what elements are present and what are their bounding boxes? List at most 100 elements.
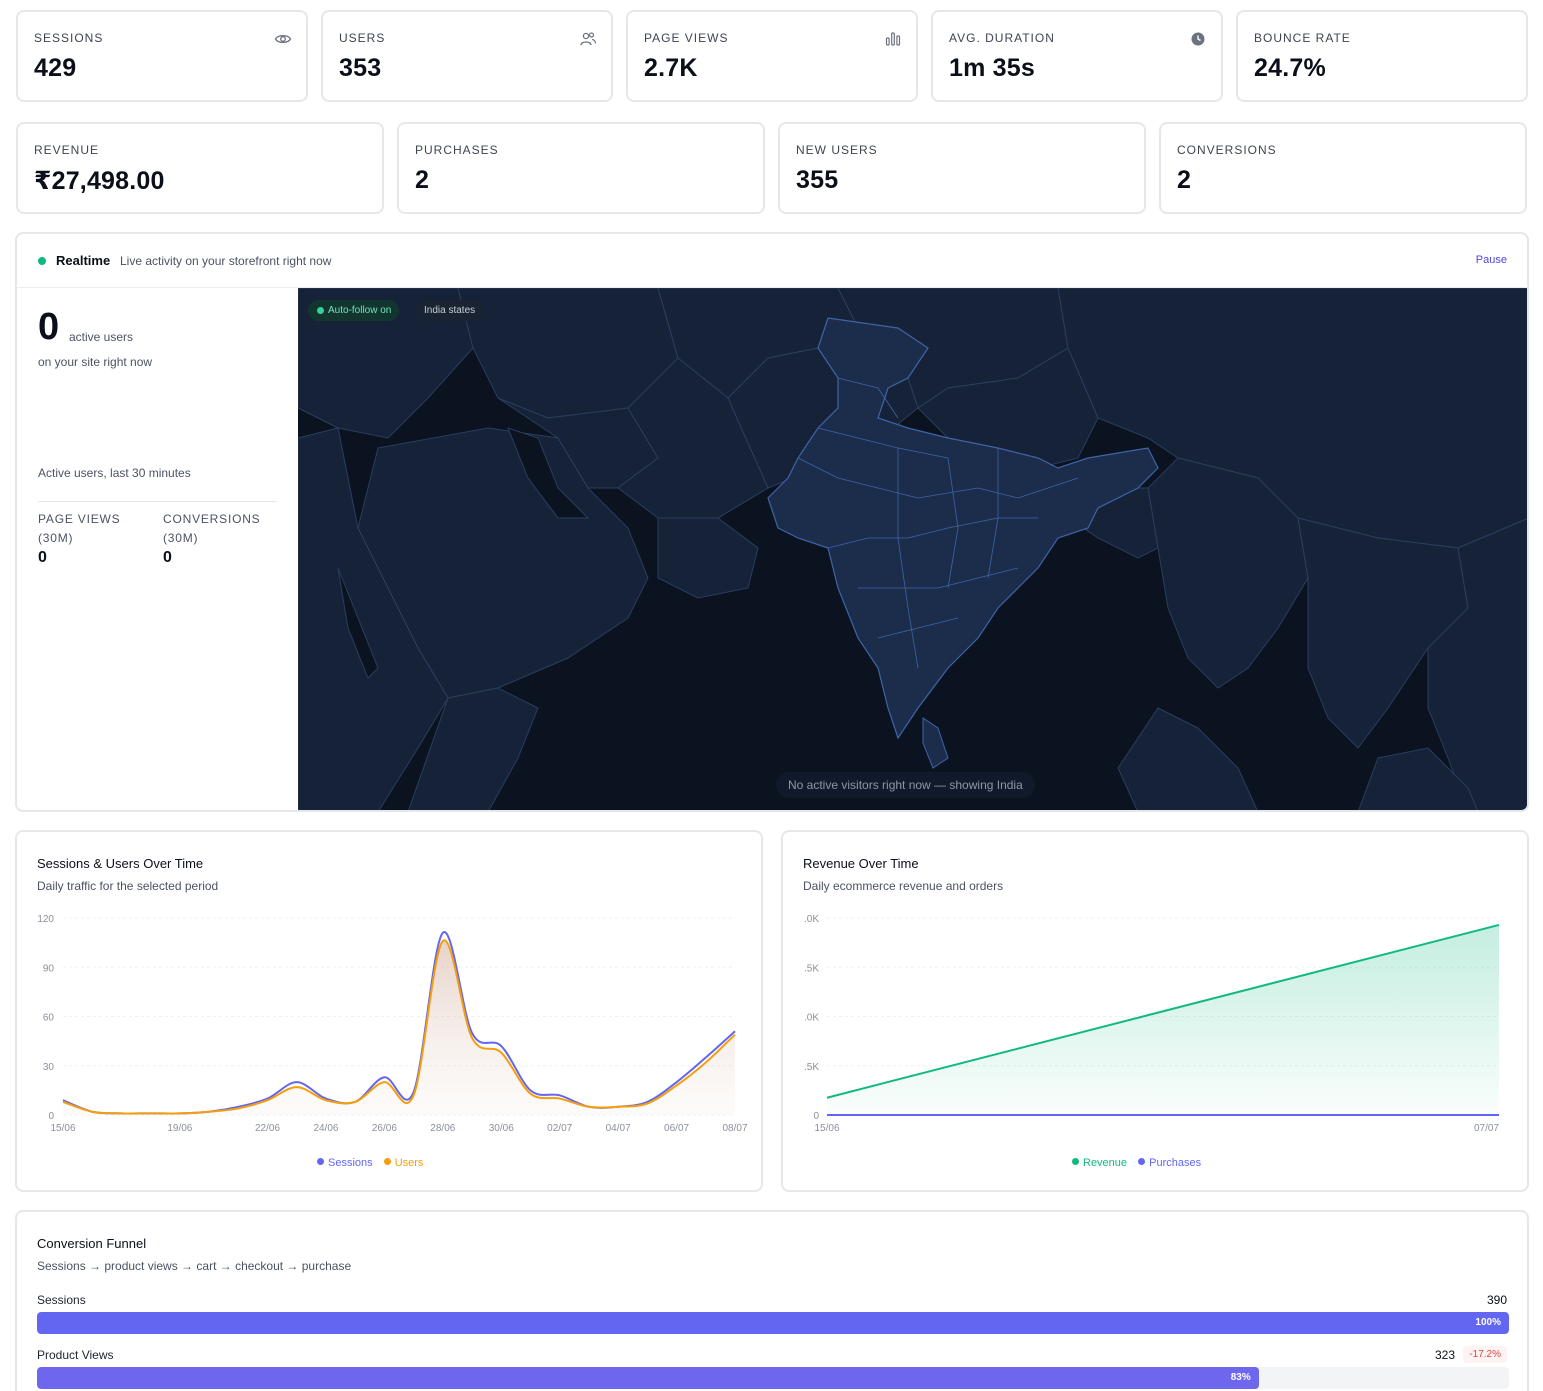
stat-value: 355 — [796, 166, 839, 194]
funnel-dropoff-badge: -17.2% — [1463, 1346, 1507, 1363]
x-tick-label: 19/06 — [167, 1123, 192, 1134]
legend-purchases[interactable]: Purchases — [1138, 1157, 1201, 1169]
stat-label: NEW USERS — [796, 143, 878, 157]
realtime-title: Realtime — [56, 253, 111, 268]
chart-legend: Sessions Users — [317, 1157, 423, 1169]
stat-value: 2.7K — [644, 54, 698, 82]
y-tick-label: 60 — [43, 1013, 55, 1024]
funnel-subtitle: Sessions → product views → cart → checko… — [37, 1259, 352, 1273]
stat-card-page-views: PAGE VIEWS 2.7K — [626, 10, 918, 102]
region-selector[interactable]: India states — [416, 300, 484, 321]
live-status-dot — [38, 257, 46, 265]
conversion-funnel-card: Conversion Funnel Sessions → product vie… — [15, 1210, 1529, 1391]
x-tick-label: 06/07 — [664, 1123, 689, 1134]
x-tick-label: 24/06 — [313, 1123, 338, 1134]
stat-card-purchases: PURCHASES 2 — [397, 122, 765, 214]
eye-icon — [274, 30, 292, 48]
x-tick-label: 07/07 — [1474, 1123, 1499, 1134]
funnel-percent: 83% — [1230, 1372, 1251, 1383]
users-area — [63, 940, 735, 1115]
stat-label: CONVERSIONS — [1177, 143, 1277, 157]
active-users-label: active users — [69, 330, 134, 344]
x-tick-label: 02/07 — [547, 1123, 572, 1134]
x-tick-label: 22/06 — [255, 1123, 280, 1134]
last-30-label: Active users, last 30 minutes — [38, 466, 191, 480]
funnel-stage-bar[interactable]: 100% — [37, 1312, 1509, 1334]
x-tick-label: 15/06 — [814, 1123, 839, 1134]
chart-legend: Revenue Purchases — [1072, 1157, 1201, 1169]
stat-value: 1m 35s — [949, 54, 1035, 82]
stat-value: 429 — [34, 54, 77, 82]
pause-button[interactable]: Pause — [1476, 254, 1507, 266]
funnel-stage-count: 323 — [1434, 1348, 1455, 1362]
stat-card-sessions: SESSIONS 429 — [16, 10, 308, 102]
y-tick-label: 90 — [43, 963, 55, 974]
revenue-chart: .0K .5K .0K .5K 015/06 07/07 — [804, 914, 1499, 1134]
stat-card-bounce-rate: BOUNCE RATE 24.7% — [1236, 10, 1528, 102]
revenue-chart-card: Revenue Over Time Daily ecommerce revenu… — [781, 830, 1529, 1192]
legend-revenue[interactable]: Revenue — [1072, 1157, 1127, 1169]
revenue-area — [827, 924, 1499, 1115]
active-users-sub: on your site right now — [38, 355, 153, 369]
stat-value: 353 — [339, 54, 382, 82]
realtime-card: Realtime Live activity on your storefron… — [15, 232, 1529, 812]
legend-users[interactable]: Users — [383, 1157, 423, 1169]
map-regions — [298, 288, 1527, 810]
users-icon — [579, 30, 597, 48]
y-tick-label: 0 — [813, 1111, 819, 1122]
funnel-stage-count: 390 — [1486, 1293, 1507, 1307]
y-tick-label: .5K — [804, 963, 819, 974]
stat-label: SESSIONS — [34, 31, 104, 45]
y-tick-label: .5K — [804, 1062, 819, 1073]
x-tick-label: 28/06 — [430, 1123, 455, 1134]
stat-label: PURCHASES — [415, 143, 499, 157]
stat-label: PAGE VIEWS — [644, 31, 729, 45]
divider — [38, 501, 277, 502]
page-views-30m-value: 0 — [38, 549, 47, 566]
y-tick-label: 120 — [37, 914, 54, 925]
page-views-30m-label: PAGE VIEWS (30M) — [38, 512, 121, 545]
stat-card-users: USERS 353 — [321, 10, 613, 102]
conversions-30m-label: CONVERSIONS (30M) — [163, 512, 261, 545]
map-empty-message: No active visitors right now — showing I… — [776, 772, 1035, 798]
x-tick-label: 26/06 — [372, 1123, 397, 1134]
realtime-map[interactable]: Auto-follow on India states No active vi… — [298, 288, 1527, 810]
y-tick-label: .0K — [804, 914, 819, 925]
x-tick-label: 15/06 — [50, 1123, 75, 1134]
funnel-bar-fill: 100% — [37, 1312, 1509, 1334]
funnel-percent: 100% — [1475, 1317, 1501, 1328]
funnel-stage-label: Product Views — [37, 1348, 114, 1362]
sessions-users-chart: 0 30 60 90 120 15/06 19/06 22/06 24/06 26/06 28/06… — [37, 914, 748, 1134]
series-line-users — [62, 939, 736, 1115]
sessions-users-chart-card: Sessions & Users Over Time Daily traffic… — [15, 830, 763, 1192]
stat-card-avg-duration: AVG. DURATION 1m 35s — [931, 10, 1223, 102]
realtime-summary: 0 active users on your site right now Ac… — [17, 288, 297, 810]
x-tick-label: 08/07 — [722, 1123, 747, 1134]
stat-label: USERS — [339, 31, 386, 45]
clock-icon — [1189, 30, 1207, 48]
realtime-subtitle: Live activity on your storefront right n… — [120, 254, 332, 268]
stat-label: AVG. DURATION — [949, 31, 1055, 45]
active-users-count: 0 — [38, 306, 60, 348]
stat-value: 2 — [415, 166, 430, 194]
funnel-stage-label: Sessions — [37, 1293, 86, 1307]
stat-value: ₹27,498.00 — [34, 167, 165, 195]
stat-value: 2 — [1177, 166, 1192, 194]
realtime-header: Realtime Live activity on your storefron… — [17, 234, 1527, 288]
stat-card-new-users: NEW USERS 355 — [778, 122, 1146, 214]
bar-chart-icon — [884, 30, 902, 48]
legend-sessions[interactable]: Sessions — [317, 1157, 373, 1169]
funnel-bar-fill: 83% — [37, 1367, 1259, 1389]
y-tick-label: .0K — [804, 1013, 819, 1024]
auto-follow-toggle[interactable]: Auto-follow on — [308, 300, 400, 321]
series-line-sessions — [62, 931, 736, 1115]
conversions-30m-value: 0 — [163, 549, 172, 566]
funnel-stage-bar[interactable]: 83% — [37, 1367, 1509, 1389]
stat-value: 24.7% — [1254, 54, 1326, 82]
funnel-title: Conversion Funnel — [37, 1236, 147, 1251]
x-tick-label: 04/07 — [606, 1123, 631, 1134]
stat-card-conversions: CONVERSIONS 2 — [1159, 122, 1527, 214]
stat-label: BOUNCE RATE — [1254, 31, 1351, 45]
stat-label: REVENUE — [34, 143, 100, 157]
x-tick-label: 30/06 — [489, 1123, 514, 1134]
